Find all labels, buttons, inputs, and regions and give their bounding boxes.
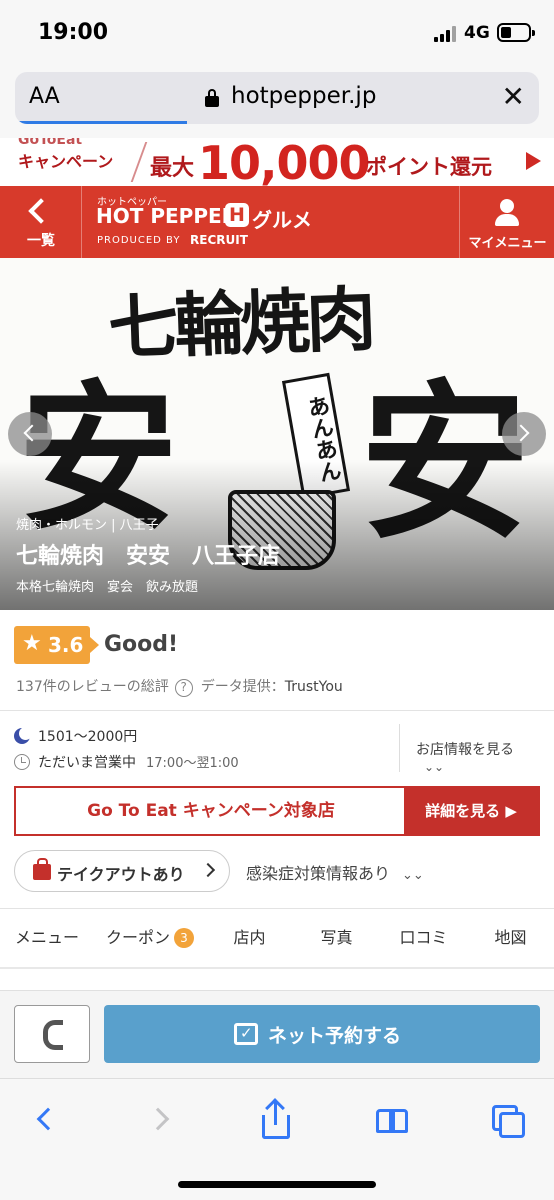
goto-eat-banner[interactable]: Go To Eat キャンペーン対象店 詳細を見る ▶ bbox=[14, 786, 540, 836]
shop-tags: 本格七輪焼肉 宴会 飲み放題 bbox=[16, 580, 199, 595]
status-bar: 19:00 4G bbox=[0, 0, 554, 66]
provider-label: データ提供： bbox=[200, 679, 285, 695]
play-triangle-icon bbox=[526, 152, 541, 170]
network-type: 4G bbox=[464, 23, 490, 43]
tab-coupon[interactable]: クーポン 3 bbox=[94, 909, 206, 967]
campaign-banner[interactable]: GoToEat キャンペーン 最大 10,000 ポイント還元 bbox=[0, 138, 554, 186]
coupon-count-badge: 3 bbox=[174, 928, 194, 948]
produced-by: PRODUCED BY bbox=[97, 235, 181, 246]
divider bbox=[0, 710, 554, 711]
user-icon bbox=[500, 199, 514, 213]
chevron-double-down-icon: ⌄⌄ bbox=[402, 868, 424, 883]
back-label: 一覧 bbox=[27, 233, 55, 249]
goto-eat-text: Go To Eat キャンペーン対象店 bbox=[87, 801, 335, 821]
shop-genre: 焼肉・ホルモン | 八王子 bbox=[16, 518, 159, 533]
lock-icon bbox=[205, 89, 219, 107]
clock-time: 19:00 bbox=[38, 20, 109, 45]
hero-carousel[interactable]: 七輪焼肉 安 安 あんあん 焼肉・ホルモン | 八王子 七輪焼肉 安安 八王子店… bbox=[0, 258, 554, 610]
shop-name: 七輪焼肉 安安 八王子店 bbox=[16, 544, 281, 569]
hours-row: ただいま営業中 17:00〜翌1:00 bbox=[14, 752, 239, 772]
chevron-double-down-icon: ⌄⌄ bbox=[424, 760, 445, 774]
shop-tabs: メニュー クーポン 3 店内 写真 口コミ 地図 bbox=[0, 909, 554, 967]
tab-photos[interactable]: 写真 bbox=[293, 909, 380, 967]
budget-text: 1501〜2000円 bbox=[38, 729, 138, 745]
call-button[interactable] bbox=[14, 1005, 90, 1063]
recruit-logo: RECRUIT bbox=[190, 233, 248, 247]
budget-row: 1501〜2000円 bbox=[14, 726, 137, 746]
divider-chevron bbox=[114, 142, 148, 182]
tab-reviews[interactable]: 口コミ bbox=[380, 909, 467, 967]
takeout-button[interactable]: テイクアウトあり bbox=[14, 850, 230, 892]
calendar-check-icon bbox=[234, 1023, 258, 1045]
open-status: ただいま営業中 bbox=[38, 755, 136, 771]
battery-icon bbox=[497, 23, 535, 42]
star-icon: ★ bbox=[22, 631, 42, 656]
rating-label: Good! bbox=[104, 632, 179, 657]
takeout-label: テイクアウトあり bbox=[57, 865, 185, 884]
share-icon[interactable] bbox=[258, 1098, 298, 1139]
carousel-prev-button[interactable] bbox=[8, 412, 52, 456]
page-load-progress bbox=[15, 121, 187, 124]
logo-h-icon: H bbox=[225, 203, 249, 227]
reserve-label: ネット予約する bbox=[268, 1025, 402, 1047]
signal-icon bbox=[434, 24, 458, 42]
help-icon[interactable]: ? bbox=[174, 679, 193, 697]
my-menu-label: マイメニュー bbox=[468, 236, 547, 251]
site-header: 一覧 ホットペッパー HOT PEPPER H グルメ PRODUCED BY … bbox=[0, 186, 554, 258]
action-bar: ネット予約する bbox=[0, 990, 554, 1078]
back-icon[interactable] bbox=[28, 1103, 68, 1139]
home-indicator[interactable] bbox=[178, 1181, 376, 1188]
clock-icon bbox=[14, 754, 30, 770]
bookmarks-icon[interactable] bbox=[374, 1103, 414, 1139]
hero-calligraphy-title: 七輪焼肉 bbox=[106, 277, 374, 370]
chevron-right-icon bbox=[512, 424, 530, 442]
online-reservation-button[interactable]: ネット予約する bbox=[104, 1005, 540, 1063]
address-bar[interactable]: AA hotpepper.jp ✕ bbox=[15, 72, 539, 124]
carousel-next-button[interactable] bbox=[502, 412, 546, 456]
tab-map[interactable]: 地図 bbox=[467, 909, 554, 967]
browser-address-area: AA hotpepper.jp ✕ bbox=[0, 66, 554, 138]
covid-label: 感染症対策情報あり bbox=[246, 864, 391, 883]
back-to-list-button[interactable]: 一覧 bbox=[0, 186, 82, 258]
tabs-icon[interactable] bbox=[490, 1103, 530, 1139]
text-size-button[interactable]: AA bbox=[29, 84, 60, 109]
chevron-left-icon bbox=[23, 424, 41, 442]
rating-badge: ★ 3.6 bbox=[14, 626, 90, 664]
rating-score: 3.6 bbox=[48, 633, 84, 657]
campaign-subtitle: キャンペーン bbox=[18, 152, 114, 171]
campaign-prefix: 最大 bbox=[150, 156, 195, 181]
chevron-left-icon bbox=[28, 198, 54, 224]
my-menu-button[interactable]: マイメニュー bbox=[459, 186, 554, 258]
phone-icon bbox=[43, 1020, 63, 1050]
tab-menu[interactable]: メニュー bbox=[0, 909, 94, 967]
logo-text[interactable]: HOT PEPPER bbox=[96, 204, 237, 228]
browser-toolbar bbox=[0, 1078, 554, 1200]
opening-hours: 17:00〜翌1:00 bbox=[146, 756, 239, 771]
tab-interior[interactable]: 店内 bbox=[206, 909, 293, 967]
campaign-title: GoToEat bbox=[18, 138, 83, 148]
chevron-right-icon bbox=[200, 862, 216, 878]
covid-info-toggle[interactable]: 感染症対策情報あり ⌄⌄ bbox=[246, 860, 424, 884]
moon-icon bbox=[14, 727, 32, 744]
campaign-suffix: ポイント還元 bbox=[366, 155, 492, 179]
provider-name: TrustYou bbox=[284, 679, 343, 695]
forward-icon[interactable] bbox=[142, 1103, 182, 1139]
review-summary: 137件のレビューの総評 bbox=[16, 679, 169, 695]
url-text[interactable]: hotpepper.jp bbox=[231, 83, 376, 109]
close-icon[interactable]: ✕ bbox=[502, 82, 525, 112]
rating-row: ★ 3.6 Good! bbox=[14, 626, 540, 666]
campaign-amount: 10,000 bbox=[198, 138, 371, 186]
shop-info-link[interactable]: お店情報を見る⌄⌄ bbox=[416, 739, 540, 775]
shopping-bag-icon bbox=[33, 858, 51, 880]
goto-eat-details-button[interactable]: 詳細を見る ▶ bbox=[404, 788, 538, 834]
shop-info-summary: 1501〜2000円 ただいま営業中 17:00〜翌1:00 お店情報を見る⌄⌄ bbox=[14, 722, 540, 776]
logo-gurume: グルメ bbox=[252, 208, 312, 232]
review-summary-row: 137件のレビューの総評? データ提供：TrustYou bbox=[16, 676, 343, 697]
